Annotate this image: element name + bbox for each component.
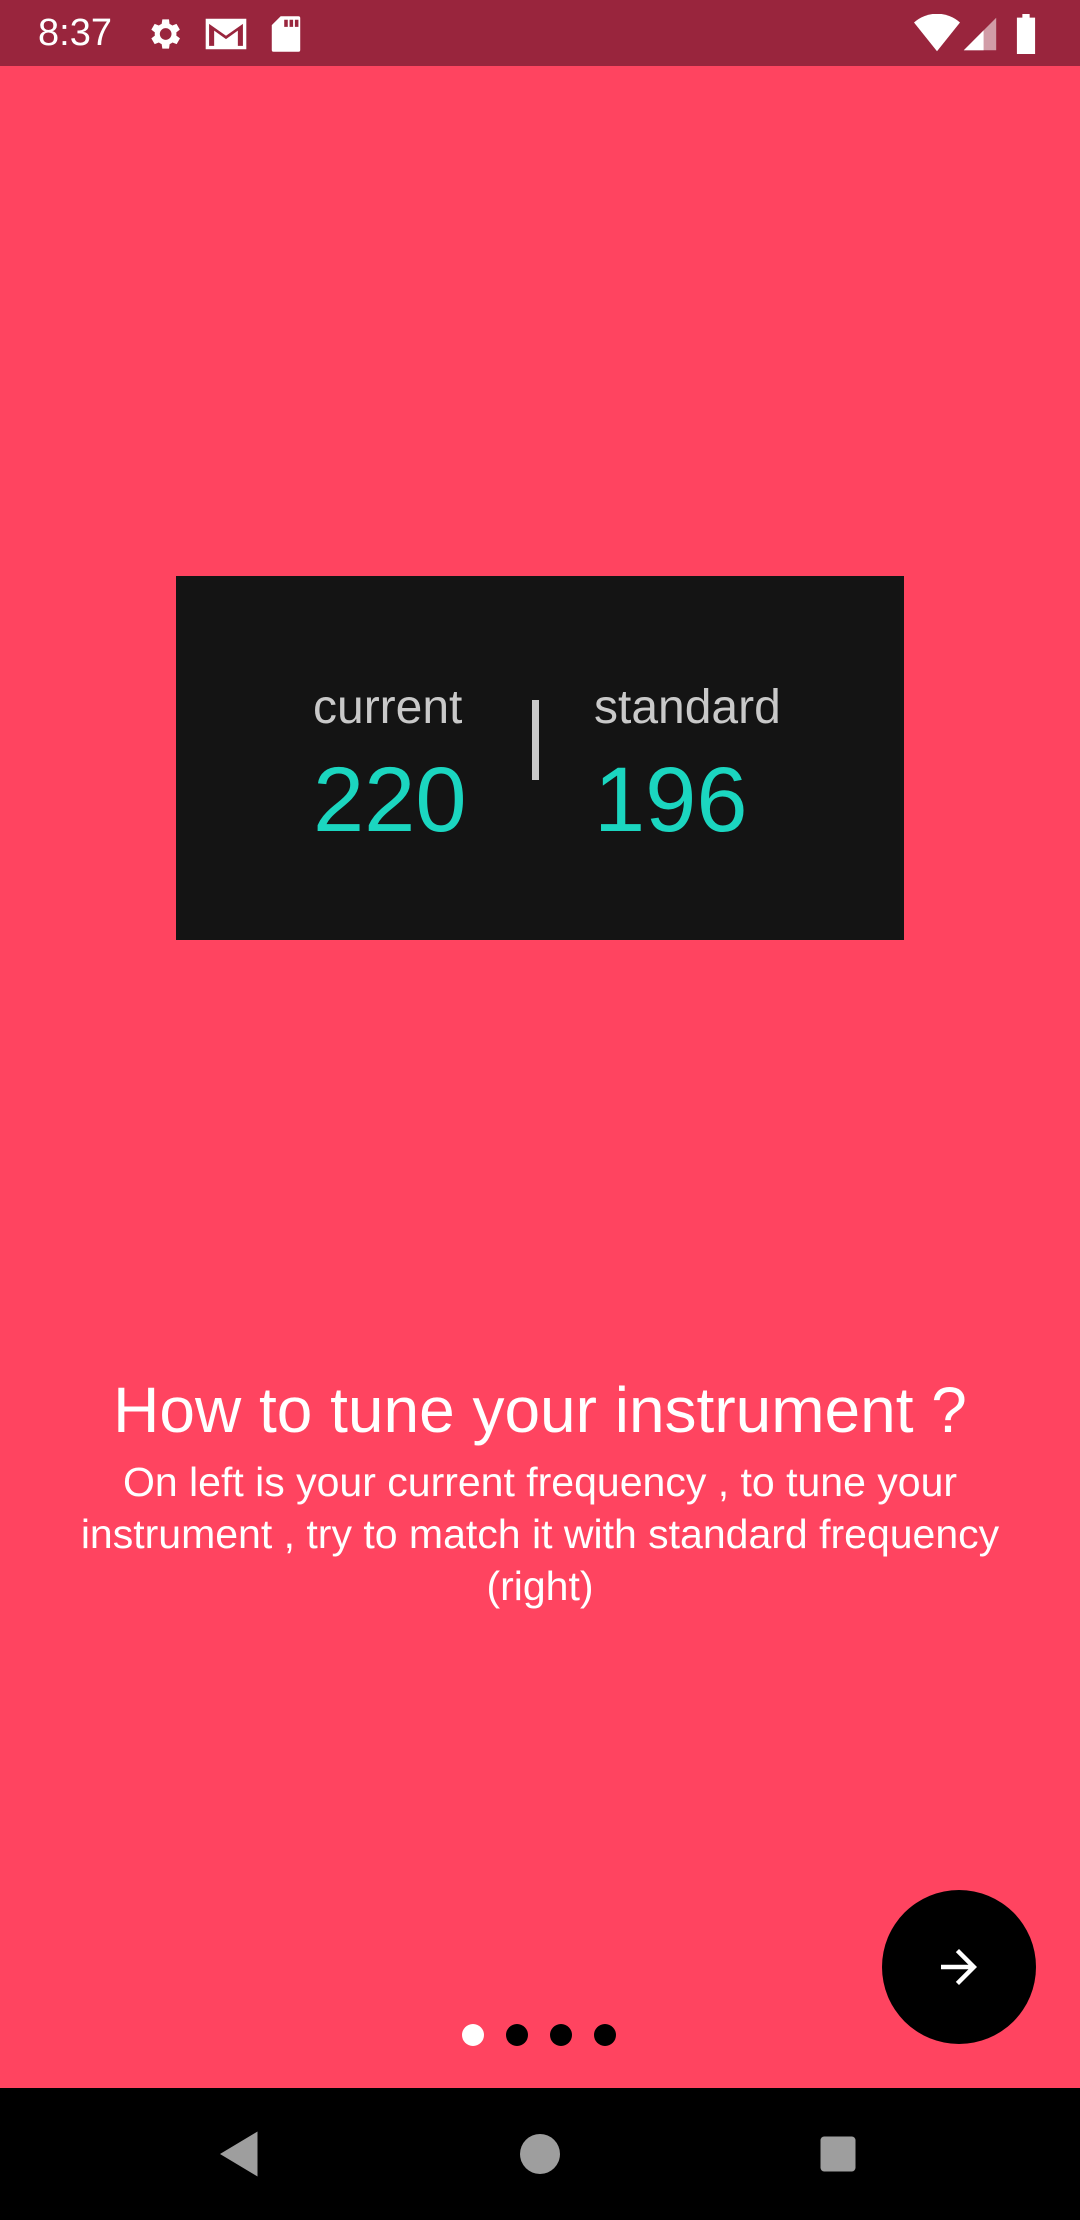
sd-card-icon	[270, 14, 302, 54]
page-dot-1[interactable]	[462, 2024, 484, 2046]
arrow-right-icon	[932, 1940, 986, 1994]
status-time: 8:37	[38, 12, 112, 54]
signal-icon	[962, 14, 998, 54]
next-button[interactable]	[882, 1890, 1036, 2044]
divider	[532, 700, 539, 780]
back-icon[interactable]	[210, 2124, 270, 2184]
navigation-bar	[0, 2088, 1080, 2220]
gmail-icon	[204, 14, 248, 54]
wifi-icon	[914, 14, 960, 54]
gear-icon	[144, 14, 184, 54]
home-icon[interactable]	[510, 2124, 570, 2184]
status-bar: 8:37	[0, 0, 1080, 66]
onboarding-title: How to tune your instrument ?	[113, 1374, 967, 1446]
battery-icon	[1014, 14, 1038, 54]
page-dot-4[interactable]	[594, 2024, 616, 2046]
onboarding-description: On left is your current frequency , to t…	[80, 1459, 1000, 1609]
frequency-preview-card: current 220 standard 196	[176, 576, 904, 940]
standard-value: 196	[594, 749, 748, 851]
current-label: current	[313, 681, 463, 734]
standard-label: standard	[594, 681, 781, 734]
page-dot-3[interactable]	[550, 2024, 572, 2046]
recents-icon[interactable]	[808, 2124, 868, 2184]
onboarding-screen: current 220 standard 196 How to tune you…	[0, 66, 1080, 2088]
current-value: 220	[313, 749, 467, 851]
page-dot-2[interactable]	[506, 2024, 528, 2046]
